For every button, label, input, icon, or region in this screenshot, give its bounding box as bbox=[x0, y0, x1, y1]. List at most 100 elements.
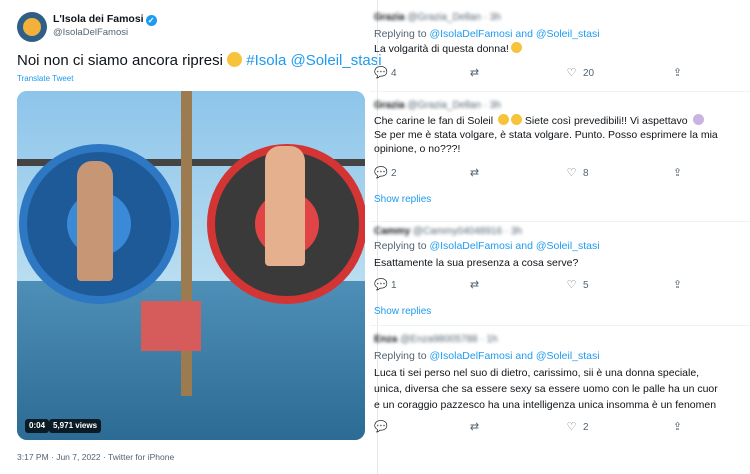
reply-count: 4 bbox=[391, 68, 397, 79]
retweet-button[interactable]: ⇄ bbox=[469, 66, 480, 80]
video-player[interactable]: 0:04 5,971 views bbox=[17, 91, 365, 440]
share-button[interactable]: ⇪ bbox=[672, 66, 683, 80]
reply-author-name: Enza bbox=[374, 334, 398, 345]
reply-text: La volgarità di questa donna! bbox=[374, 42, 522, 56]
hashtag-link[interactable]: #Isola bbox=[246, 52, 286, 69]
share-icon: ⇪ bbox=[672, 421, 683, 433]
like-count: 20 bbox=[583, 68, 595, 79]
reply-author-handle: @Cammy04048916 · 3h bbox=[412, 226, 523, 237]
retweet-button[interactable]: ⇄ bbox=[469, 166, 480, 180]
mention-link[interactable]: @Soleil_stasi bbox=[290, 52, 381, 69]
replying-to-handles[interactable]: @IsolaDelFamosi and @Soleil_stasi bbox=[429, 28, 599, 40]
avatar[interactable] bbox=[17, 12, 47, 42]
tweet-meta: 3:17 PM · Jun 7, 2022 · Twitter for iPho… bbox=[17, 452, 175, 462]
replying-to-prefix: Replying to bbox=[374, 28, 427, 40]
reply-text-inline: Siete così prevedibili!! Vi aspettavo bbox=[524, 115, 688, 127]
reply-text-line-2: unica, diversa che sa essere sexy sa ess… bbox=[374, 383, 718, 395]
retweet-button[interactable]: ⇄ bbox=[469, 420, 480, 434]
reply-actions: 💬 1 ⇄ ♡ 5 ⇪ bbox=[374, 278, 704, 292]
author-handle[interactable]: @IsolaDelFamosi bbox=[53, 27, 128, 38]
reply-count: 1 bbox=[391, 280, 397, 291]
reply-text: Che carine le fan di Soleil Siete così p… bbox=[374, 114, 704, 128]
like-count: 8 bbox=[583, 168, 589, 179]
reply-item[interactable]: Grazia @Grazia_Dellan · 3h Replying to @… bbox=[370, 0, 750, 92]
comment-icon: 💬 bbox=[374, 167, 388, 179]
retweet-icon: ⇄ bbox=[469, 67, 480, 79]
reply-actions: 💬 2 ⇄ ♡ 8 ⇪ bbox=[374, 166, 704, 180]
heart-icon: ♡ bbox=[566, 279, 577, 291]
reply-text-line: Che carine le fan di Soleil bbox=[374, 115, 494, 127]
reply-author-name: Cammy bbox=[374, 226, 411, 237]
emoji-icon bbox=[510, 42, 522, 53]
comment-icon: 💬 bbox=[374, 279, 388, 291]
author-name-text: L'Isola dei Famosi bbox=[53, 13, 144, 25]
replying-to-prefix: Replying to bbox=[374, 240, 427, 252]
reply-item[interactable]: Cammy @Cammy04048916 · 3h Replying to @I… bbox=[370, 222, 750, 326]
video-duration-badge: 0:04 bbox=[25, 419, 50, 433]
reply-button[interactable]: 💬 2 bbox=[374, 166, 397, 180]
translate-tweet-link[interactable]: Translate Tweet bbox=[17, 74, 73, 83]
main-tweet: L'Isola dei Famosi ✓ @IsolaDelFamosi Noi … bbox=[0, 0, 382, 474]
replying-to-prefix: Replying to bbox=[374, 350, 427, 362]
reply-count: 2 bbox=[391, 168, 397, 179]
replying-to-handles[interactable]: @IsolaDelFamosi and @Soleil_stasi bbox=[429, 350, 599, 362]
reply-text-line-2: Se per me è stata volgare, è stata volga… bbox=[374, 129, 718, 141]
share-button[interactable]: ⇪ bbox=[672, 166, 683, 180]
comment-icon: 💬 bbox=[374, 67, 388, 79]
like-button[interactable]: ♡ 20 bbox=[566, 66, 595, 80]
verified-badge-icon: ✓ bbox=[145, 15, 157, 26]
heart-icon: ♡ bbox=[566, 167, 577, 179]
video-person-left bbox=[77, 161, 113, 281]
video-person-right bbox=[265, 146, 305, 266]
reply-author-name: Grazia bbox=[374, 12, 405, 23]
reply-button[interactable]: 💬 bbox=[374, 420, 391, 434]
like-button[interactable]: ♡ 8 bbox=[566, 166, 589, 180]
heart-icon: ♡ bbox=[566, 67, 577, 79]
replying-to: Replying to @IsolaDelFamosi and @Soleil_… bbox=[374, 240, 600, 252]
share-icon: ⇪ bbox=[672, 67, 683, 79]
heart-icon: ♡ bbox=[566, 421, 577, 433]
show-replies-link[interactable]: Show replies bbox=[374, 306, 431, 317]
retweet-icon: ⇄ bbox=[469, 279, 480, 291]
reply-author-handle: @Grazia_Dellan · 3h bbox=[407, 12, 501, 23]
reply-text-line-1: Luca ti sei perso nel suo di dietro, car… bbox=[374, 367, 700, 379]
tweet-text: Noi non ci siamo ancora ripresi #Isola @… bbox=[17, 52, 382, 70]
reply-button[interactable]: 💬 1 bbox=[374, 278, 397, 292]
laughing-emoji-icon bbox=[227, 52, 243, 67]
author-name[interactable]: L'Isola dei Famosi ✓ bbox=[53, 13, 157, 26]
reply-text-line-3: opinione, o no???! bbox=[374, 143, 461, 155]
reply-author-name: Grazia bbox=[374, 100, 405, 111]
share-icon: ⇪ bbox=[672, 167, 683, 179]
reply-author[interactable]: Cammy @Cammy04048916 · 3h bbox=[374, 226, 522, 237]
show-replies-link[interactable]: Show replies bbox=[374, 194, 431, 205]
share-button[interactable]: ⇪ bbox=[672, 278, 683, 292]
retweet-button[interactable]: ⇄ bbox=[469, 278, 480, 292]
replying-to: Replying to @IsolaDelFamosi and @Soleil_… bbox=[374, 350, 600, 362]
replies-panel: Grazia @Grazia_Dellan · 3h Replying to @… bbox=[370, 0, 750, 474]
retweet-icon: ⇄ bbox=[469, 167, 480, 179]
replying-to: Replying to @IsolaDelFamosi and @Soleil_… bbox=[374, 28, 600, 40]
reply-actions: 💬 ⇄ ♡ 2 ⇪ bbox=[374, 420, 704, 434]
emoji-icon bbox=[498, 114, 509, 125]
reply-text: Esattamente la sua presenza a cosa serve… bbox=[374, 257, 579, 269]
reply-text-line: La volgarità di questa donna! bbox=[374, 43, 509, 55]
comment-icon: 💬 bbox=[374, 421, 388, 433]
share-icon: ⇪ bbox=[672, 279, 683, 291]
like-button[interactable]: ♡ 2 bbox=[566, 420, 589, 434]
replying-to-handles[interactable]: @IsolaDelFamosi and @Soleil_stasi bbox=[429, 240, 599, 252]
reply-author[interactable]: Enza @Enza98005788 · 1h bbox=[374, 334, 498, 345]
emoji-icon bbox=[511, 114, 522, 125]
reply-author[interactable]: Grazia @Grazia_Dellan · 3h bbox=[374, 100, 501, 111]
like-count: 5 bbox=[583, 280, 589, 291]
reply-item[interactable]: Enza @Enza98005788 · 1h Replying to @Iso… bbox=[370, 326, 750, 474]
reply-text-line-3: e un coraggio pazzesco ha una intelligen… bbox=[374, 399, 717, 411]
share-button[interactable]: ⇪ bbox=[672, 420, 683, 434]
reply-author-handle: @Grazia_Dellan · 3h bbox=[407, 100, 501, 111]
video-views-badge: 5,971 views bbox=[49, 419, 102, 433]
reply-item[interactable]: Grazia @Grazia_Dellan · 3h Che carine le… bbox=[370, 92, 750, 222]
reply-button[interactable]: 💬 4 bbox=[374, 66, 397, 80]
video-platform bbox=[141, 301, 201, 351]
reply-author[interactable]: Grazia @Grazia_Dellan · 3h bbox=[374, 12, 501, 23]
like-button[interactable]: ♡ 5 bbox=[566, 278, 589, 292]
reply-actions: 💬 4 ⇄ ♡ 20 ⇪ bbox=[374, 66, 704, 80]
